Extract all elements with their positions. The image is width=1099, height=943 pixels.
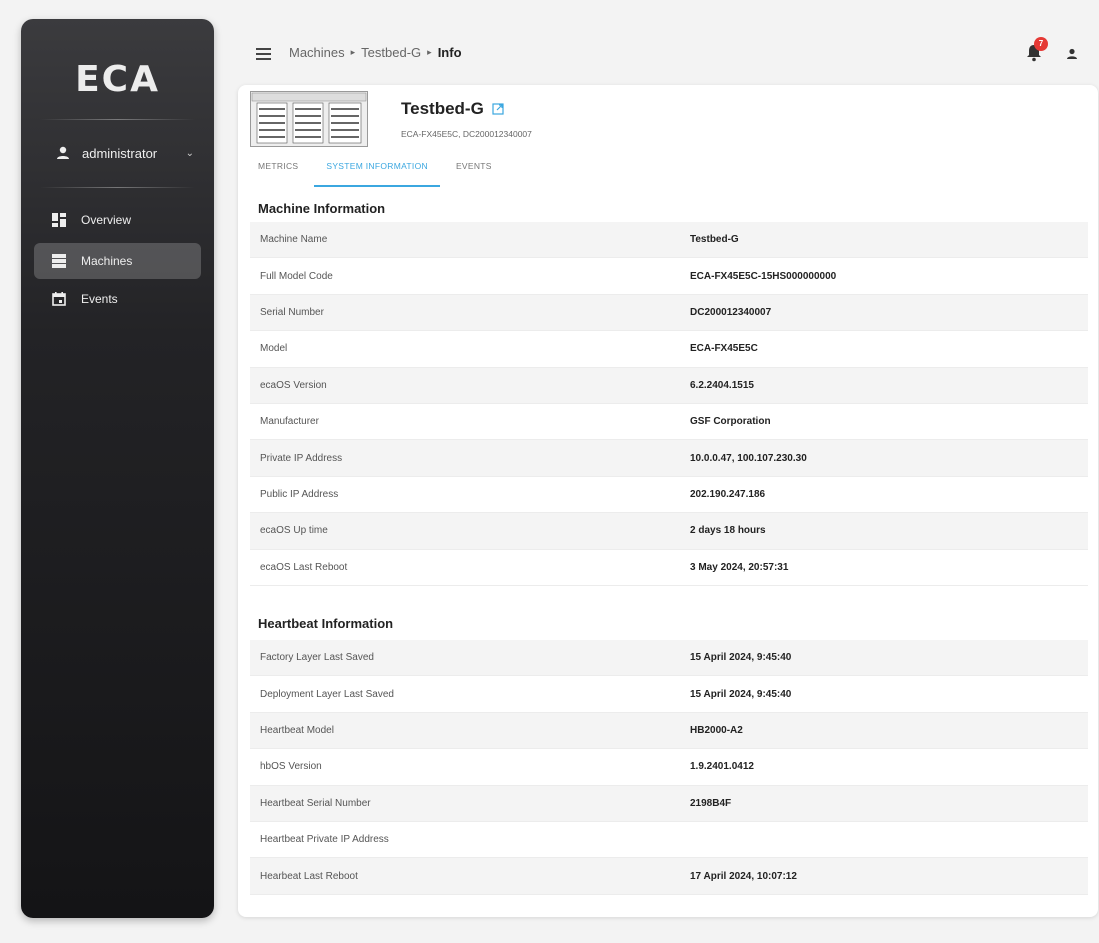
table-row: Deployment Layer Last Saved 15 April 2024… [250,676,1088,713]
table-row: ecaOS Last Reboot 3 May 2024, 20:57:31 [250,550,1088,586]
divider [40,119,195,120]
breadcrumb: Machines ▸ Testbed-G ▸ Info [289,45,462,60]
table-row: Private IP Address 10.0.0.47, 100.107.230… [250,440,1088,477]
table-row: Hearbeat Last Reboot 17 April 2024, 10:07… [250,858,1088,895]
machine-card: Testbed-G ECA-FX45E5C, DC200012340007 ME… [238,85,1098,917]
external-link-icon[interactable] [492,103,504,115]
section-title-machine: Machine Information [258,201,386,216]
calendar-icon [52,292,66,306]
chevron-right-icon: ▸ [350,47,356,57]
table-row: Heartbeat Model HB2000-A2 [250,712,1088,750]
section-title-heartbeat: Heartbeat Information [258,616,394,631]
table-row: Serial Number DC200012340007 [250,294,1088,332]
divider [40,187,195,188]
sidebar-item-events[interactable]: Events [34,281,201,317]
tab-system-information[interactable]: SYSTEM INFORMATION [314,155,440,187]
server-icon [52,254,66,268]
table-row: ecaOS Up time 2 days 18 hours [250,513,1088,550]
sidebar: ECA administrator ⌄ Overview Machines Ev… [21,19,214,918]
sidebar-item-label: Events [81,292,118,306]
heartbeat-info-table: Factory Layer Last Saved 15 April 2024, 9… [250,640,1088,895]
username: administrator [82,145,158,161]
dashboard-icon [52,213,66,227]
notification-badge: 7 [1034,37,1048,51]
table-row: Factory Layer Last Saved 15 April 2024, 9… [250,640,1088,677]
machine-title: Testbed-G [401,99,504,119]
machine-image [250,91,368,147]
tab-events[interactable]: EVENTS [448,155,500,187]
machine-name: Testbed-G [401,99,484,118]
table-row: ecaOS Version 6.2.2404.1515 [250,367,1088,404]
sidebar-item-overview[interactable]: Overview [34,202,201,238]
logo: ECA [75,59,160,100]
person-icon [57,146,69,159]
tab-metrics[interactable]: METRICS [250,155,306,187]
tab-bar: METRICS SYSTEM INFORMATION EVENTS [250,155,508,187]
table-row: Manufacturer GSF Corporation [250,404,1088,441]
account-icon[interactable] [1066,48,1078,60]
breadcrumb-current: Info [437,45,462,60]
sidebar-item-label: Overview [81,213,132,227]
sidebar-item-label: Machines [81,254,133,268]
table-row: Public IP Address 202.190.247.186 [250,477,1088,514]
table-row: Heartbeat Private IP Address [250,822,1088,859]
menu-icon[interactable] [256,48,271,60]
machine-info-table: Machine Name Testbed-G Full Model Code ECA… [250,222,1088,586]
table-row: hbOS Version 1.9.2401.0412 [250,749,1088,786]
chevron-down-icon[interactable]: ⌄ [186,148,194,159]
sidebar-item-machines[interactable]: Machines [34,243,201,279]
table-row: Machine Name Testbed-G [250,222,1088,259]
machine-subtitle: ECA-FX45E5C, DC200012340007 [401,129,532,139]
chevron-right-icon: ▸ [427,47,432,57]
table-row: Model ECA-FX45E5C [250,331,1088,368]
table-row: Full Model Code ECA-FX45E5C-15HS000000000 [250,258,1088,295]
breadcrumb-machine[interactable]: Testbed-G [361,45,421,60]
breadcrumb-machines[interactable]: Machines [289,45,345,60]
user-menu[interactable]: administrator ⌄ [56,141,194,165]
table-row: Heartbeat Serial Number 2198B4F [250,785,1088,822]
